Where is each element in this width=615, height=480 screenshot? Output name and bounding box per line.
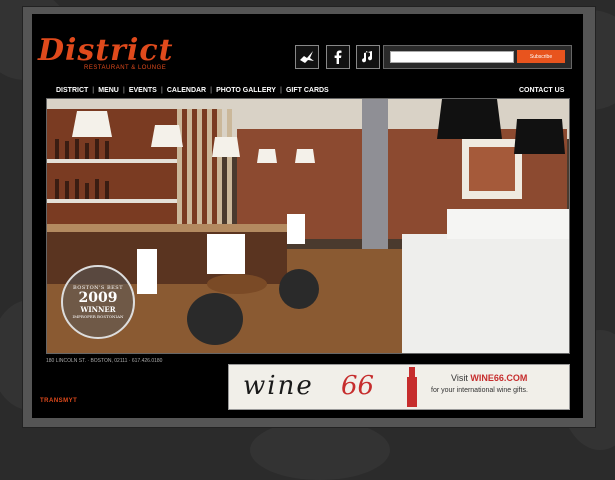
- nav-item-calendar[interactable]: CALENDAR: [163, 86, 210, 96]
- nav-item-menu[interactable]: MENU: [94, 86, 123, 96]
- subscribe-form: Subscribe: [383, 45, 572, 69]
- logo-wordmark: District: [38, 33, 174, 68]
- twitter-icon[interactable]: [295, 45, 319, 69]
- hero-photo: BOSTON'S BEST 2009 WINNER IMPROPER BOSTO…: [46, 98, 570, 354]
- nav-item-gift-cards[interactable]: GIFT CARDS: [282, 86, 333, 96]
- music-icon[interactable]: [356, 45, 380, 69]
- nav-item-contact[interactable]: CONTACT US: [519, 86, 564, 96]
- badge-bottom-text: IMPROPER BOSTONIAN: [72, 314, 124, 319]
- background-pattern: [250, 420, 390, 480]
- nav-item-photo-gallery[interactable]: PHOTO GALLERY: [212, 86, 280, 96]
- ad-visit-prefix: Visit: [451, 373, 471, 383]
- award-badge: BOSTON'S BEST 2009 WINNER IMPROPER BOSTO…: [61, 265, 135, 339]
- badge-winner: WINNER: [80, 305, 116, 314]
- address-text: 180 LINCOLN ST. · BOSTON, 02111 · 617.42…: [46, 358, 163, 364]
- subscribe-button[interactable]: Subscribe: [517, 50, 565, 63]
- nav-item-events[interactable]: EVENTS: [125, 86, 161, 96]
- ad-tagline: for your international wine gifts.: [431, 387, 528, 394]
- logo-subtitle: RESTAURANT & LOUNGE: [84, 65, 167, 71]
- badge-year: 2009: [78, 290, 118, 306]
- ad-visit-site: WINE66.COM: [470, 373, 528, 383]
- wine66-ad-banner[interactable]: wine 66 Visit WINE66.COM for your intern…: [228, 364, 570, 410]
- ad-wine-word: wine: [243, 371, 314, 401]
- email-field[interactable]: [390, 51, 514, 63]
- ad-wine-number: 66: [341, 371, 375, 401]
- ad-visit-text: Visit WINE66.COM: [451, 373, 527, 383]
- district-logo[interactable]: District RESTAURANT & LOUNGE: [38, 36, 173, 76]
- facebook-icon[interactable]: [326, 45, 350, 69]
- transmyt-credit-link[interactable]: TRANSMYT: [40, 398, 77, 404]
- wine-bottle-icon: [407, 367, 417, 407]
- nav-item-district[interactable]: DISTRICT: [52, 86, 92, 96]
- main-nav: DISTRICT | MENU | EVENTS | CALENDAR | PHOTO …: [52, 86, 333, 96]
